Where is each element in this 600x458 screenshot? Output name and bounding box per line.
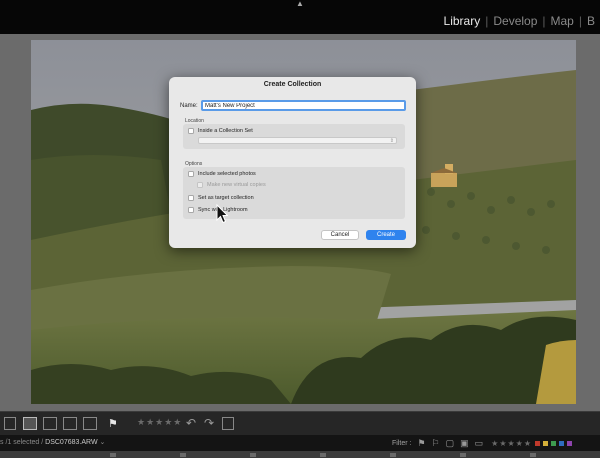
- module-picker: Library | Develop | Map | B: [439, 13, 600, 29]
- collection-name-input[interactable]: [201, 100, 406, 111]
- thumbnail[interactable]: [250, 453, 256, 457]
- module-develop[interactable]: Develop: [488, 14, 542, 28]
- virtual-copies-checkbox[interactable]: [197, 182, 203, 188]
- sync-lightroom-checkbox[interactable]: [188, 207, 194, 213]
- star-rating[interactable]: ★★★★★: [137, 417, 182, 428]
- include-selected-checkbox[interactable]: [188, 171, 194, 177]
- set-target-option[interactable]: Set as target collection: [188, 195, 254, 201]
- thumbnail[interactable]: [320, 453, 326, 457]
- people-view-icon[interactable]: [83, 417, 97, 430]
- filter-bar: Filter : ⚑ ⚐ ▢ ▣ ▭ ★★★★★: [392, 437, 573, 449]
- blue-label-filter[interactable]: [559, 440, 565, 446]
- filmstrip-header: s /1 selected / DSC07683.ARW ⌄ Filter : …: [0, 435, 600, 451]
- create-button[interactable]: Create: [366, 230, 406, 240]
- rotate-right-icon[interactable]: ↷: [204, 416, 214, 430]
- loupe-view-icon[interactable]: [23, 417, 37, 430]
- module-map[interactable]: Map: [546, 14, 579, 28]
- green-label-filter[interactable]: [551, 440, 557, 446]
- flag-icon[interactable]: ⚑: [108, 417, 118, 430]
- filter-label: Filter :: [392, 439, 412, 447]
- crop-overlay-icon[interactable]: [222, 417, 234, 430]
- purple-label-filter[interactable]: [567, 440, 573, 446]
- chevron-down-icon[interactable]: ⌄: [100, 439, 106, 446]
- updown-chevron-icon: ⇕: [389, 138, 394, 144]
- module-book[interactable]: B: [582, 14, 600, 28]
- thumbnail[interactable]: [530, 453, 536, 457]
- thumbnail[interactable]: [180, 453, 186, 457]
- inside-collection-set-checkbox[interactable]: [188, 128, 194, 134]
- filmstrip-thumbnails[interactable]: [0, 451, 600, 458]
- inside-collection-set-label: Inside a Collection Set: [198, 128, 253, 134]
- red-label-filter[interactable]: [535, 440, 541, 446]
- module-library[interactable]: Library: [439, 14, 486, 28]
- mouse-cursor-icon: [216, 204, 228, 224]
- master-photo-filter-icon[interactable]: ▣: [460, 438, 469, 449]
- thumbnail[interactable]: [390, 453, 396, 457]
- inside-collection-set-option[interactable]: Inside a Collection Set: [188, 128, 253, 134]
- library-toolbar: ⚑ ★★★★★ ↶ ↷: [0, 411, 600, 435]
- set-target-label: Set as target collection: [198, 195, 254, 201]
- include-selected-label: Include selected photos: [198, 171, 256, 177]
- flag-filter-icon[interactable]: ⚑: [417, 438, 425, 449]
- selection-info: s /1 selected /: [0, 439, 44, 446]
- cancel-button[interactable]: Cancel: [321, 230, 359, 240]
- include-selected-option[interactable]: Include selected photos: [188, 171, 256, 177]
- thumbnail[interactable]: [110, 453, 116, 457]
- panel-collapse-arrow-icon[interactable]: ▲: [288, 0, 312, 8]
- name-label: Name:: [180, 103, 198, 109]
- virtual-copies-label: Make new virtual copies: [207, 182, 266, 188]
- survey-view-icon[interactable]: [63, 417, 77, 430]
- module-header: ▲ Library | Develop | Map | B: [0, 0, 600, 34]
- current-filename: DSC07683.ARW: [45, 439, 98, 446]
- video-filter-icon[interactable]: ▭: [475, 438, 484, 449]
- compare-view-icon[interactable]: [43, 417, 57, 430]
- rating-filter-stars[interactable]: ★★★★★: [491, 439, 532, 448]
- yellow-label-filter[interactable]: [543, 440, 549, 446]
- set-target-checkbox[interactable]: [188, 195, 194, 201]
- virtual-copy-filter-icon[interactable]: ▢: [446, 438, 455, 449]
- thumbnail[interactable]: [460, 453, 466, 457]
- dialog-title: Create Collection: [263, 81, 322, 88]
- rotate-left-icon[interactable]: ↶: [186, 416, 196, 430]
- virtual-copies-option[interactable]: Make new virtual copies: [197, 182, 266, 188]
- collection-set-dropdown[interactable]: ⇕: [198, 137, 397, 144]
- reject-flag-filter-icon[interactable]: ⚐: [432, 438, 440, 449]
- filmstrip-source[interactable]: s /1 selected / DSC07683.ARW ⌄: [0, 438, 105, 446]
- create-collection-dialog: Create Collection Name: Location Inside …: [169, 77, 416, 248]
- grid-view-icon[interactable]: [4, 417, 16, 430]
